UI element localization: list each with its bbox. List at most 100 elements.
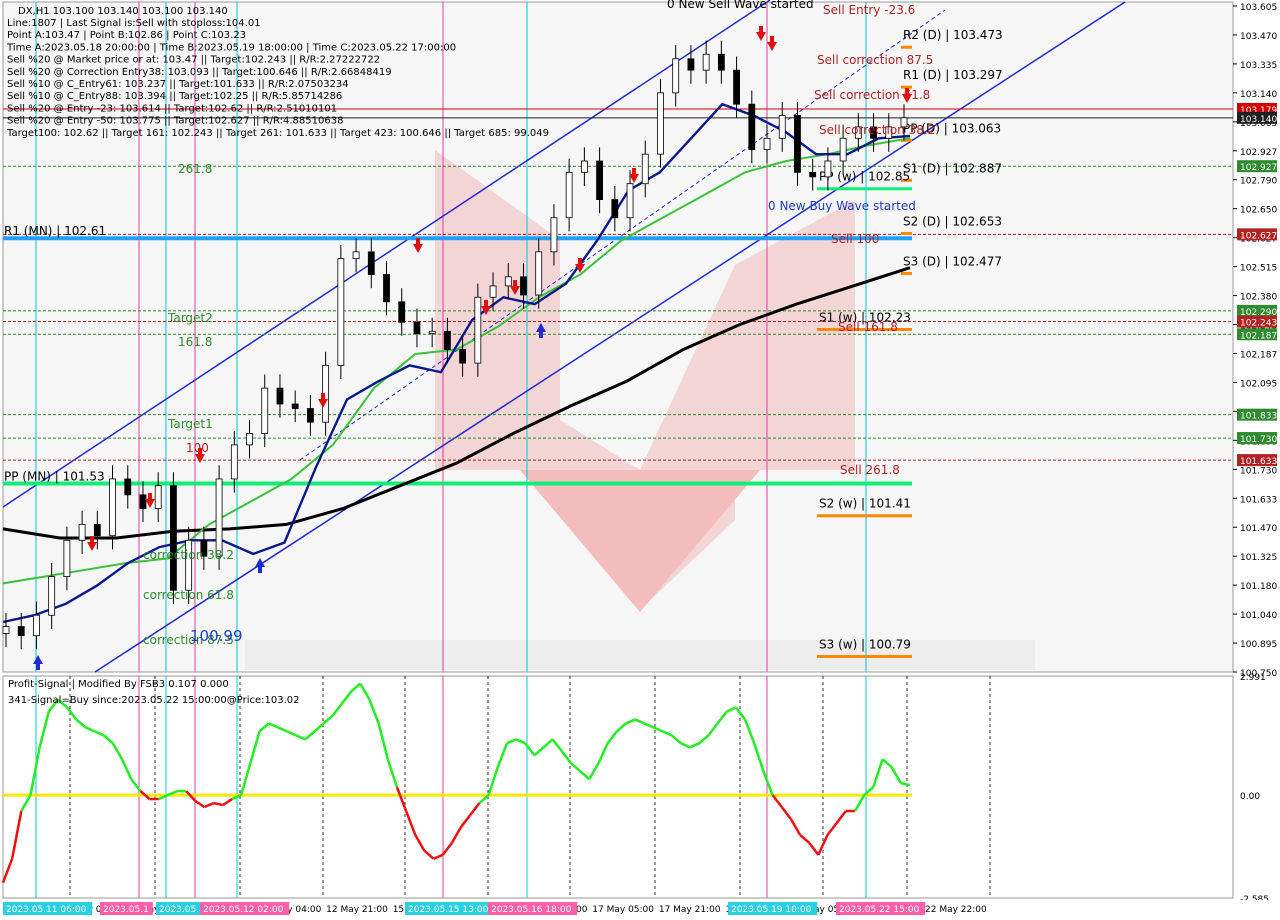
time-highlight-text: 2023.05.19 10:00 bbox=[731, 905, 812, 915]
level-label: S1 (D) | 102.887 bbox=[903, 161, 1002, 175]
candle-body bbox=[687, 58, 695, 71]
chart-window: R2 (D) | 103.473 R1 (D) | 103.297 PP (D) |… bbox=[0, 0, 1280, 920]
candle-body bbox=[809, 171, 817, 178]
candle-body bbox=[839, 137, 847, 162]
price-tick-label: 103.470 bbox=[1240, 32, 1277, 42]
candle-body bbox=[78, 523, 86, 541]
price-tick-label: 101.180 bbox=[1240, 582, 1277, 592]
info-line: Target100: 102.62 || Target 161: 102.243… bbox=[6, 128, 549, 139]
price-tick-label: 102.927 bbox=[1240, 148, 1277, 158]
price-tick-label: 101.633 bbox=[1240, 495, 1277, 505]
annotation-label: 100 bbox=[186, 441, 209, 455]
candle-body bbox=[413, 321, 421, 334]
info-line: Sell %20 @ Entry -50: 103.775 || Target:… bbox=[7, 116, 343, 127]
candle-body bbox=[428, 330, 436, 334]
candle-body bbox=[307, 408, 314, 423]
time-tick-label: 12 May 21:00 bbox=[326, 905, 388, 915]
candle-body bbox=[154, 485, 162, 509]
time-tick-label: 22 May 22:00 bbox=[925, 905, 987, 915]
annotation-label: correction 38.2 bbox=[143, 548, 234, 562]
annotation-label: Sell correction 61.8 bbox=[814, 88, 930, 102]
candle-body bbox=[352, 251, 360, 260]
candle-body bbox=[246, 433, 253, 446]
candle-body bbox=[565, 171, 573, 219]
candle-body bbox=[109, 478, 116, 537]
candle-body bbox=[459, 349, 467, 364]
price-tick-label: 101.470 bbox=[1240, 524, 1277, 534]
level-label: S2 (w) | 101.41 bbox=[819, 497, 911, 511]
candle-body bbox=[93, 523, 101, 537]
level-label: R2 (D) | 103.473 bbox=[903, 28, 1003, 42]
price-marker-text: 103.140 bbox=[1240, 115, 1277, 125]
annotation-label: Sell 161.8 bbox=[838, 320, 898, 334]
annotation-label: Sell 261.8 bbox=[840, 463, 900, 477]
indicator-signal-text: 341-Signal=Buy since:2023.05.22 15:00:00… bbox=[8, 695, 300, 706]
annotation-label: 261.8 bbox=[178, 162, 212, 176]
candle-body bbox=[215, 478, 223, 557]
price-tick-label: 102.650 bbox=[1240, 206, 1277, 216]
candle-body bbox=[170, 485, 177, 591]
candle-body bbox=[550, 217, 558, 253]
annotation-label: Sell Entry -23.6 bbox=[823, 3, 915, 17]
candle-body bbox=[33, 614, 40, 637]
time-tick-label: 17 May 05:00 bbox=[592, 905, 654, 915]
candle-body bbox=[443, 330, 451, 350]
price-tick-label: 102.515 bbox=[1240, 264, 1277, 274]
price-tick-label: 102.187 bbox=[1240, 350, 1277, 360]
candle-body bbox=[702, 53, 710, 71]
candle-body bbox=[733, 69, 740, 105]
time-highlight-text: 2023.05.15 13:00 bbox=[408, 905, 489, 915]
indicator-title: Profit-Signal | Modified By FSB3 0.107 0… bbox=[8, 679, 229, 690]
time-highlight-text: 2023.05.1 bbox=[103, 905, 149, 915]
price-marker-text: 102.243 bbox=[1240, 319, 1277, 329]
info-line: Time A:2023.05.18 20:00:00 | Time B:2023… bbox=[6, 42, 456, 53]
candle-body bbox=[504, 276, 512, 287]
indicator-tick-label: 0.00 bbox=[1240, 792, 1260, 802]
time-highlight-text: 2023.05.12 02:00 bbox=[203, 905, 284, 915]
price-marker-text: 101.833 bbox=[1240, 412, 1277, 422]
candle-body bbox=[261, 387, 269, 434]
candle-body bbox=[626, 183, 634, 219]
candle-body bbox=[535, 251, 543, 296]
price-marker-text: 101.730 bbox=[1240, 435, 1277, 445]
price-tick-label: 103.335 bbox=[1240, 61, 1277, 71]
price-tick-label: 103.140 bbox=[1240, 90, 1277, 100]
annotation-label: 100.99 bbox=[190, 627, 243, 645]
annotation-label: 161.8 bbox=[178, 335, 212, 349]
symbol-header: DX,H1 103.100 103.140 103.100 103.140 bbox=[18, 6, 228, 17]
info-line: Line:1807 | Last Signal is:Sell with sto… bbox=[7, 18, 261, 29]
candle-body bbox=[763, 137, 771, 151]
price-tick-label: 101.040 bbox=[1240, 611, 1277, 621]
info-line: Point A:103.47 | Point B:102.86 | Point … bbox=[7, 30, 246, 41]
candle-body bbox=[489, 285, 497, 298]
candle-body bbox=[383, 274, 390, 303]
info-line: Sell %10 @ C_Entry61: 103.237 || Target:… bbox=[7, 79, 349, 90]
level-label: PP (w) | 102.85 bbox=[819, 170, 910, 184]
time-highlight-text: 2023.05.16 18:00 bbox=[491, 905, 572, 915]
annotation-label: Sell 100 bbox=[831, 232, 879, 246]
candle-body bbox=[124, 478, 132, 496]
price-tick-label: 103.605 bbox=[1240, 3, 1277, 13]
price-chart-svg[interactable]: R2 (D) | 103.473R1 (D) | 103.297PP (D) |… bbox=[0, 0, 1280, 920]
candle-body bbox=[672, 58, 680, 94]
level-label: R1 (MN) | 102.61 bbox=[4, 224, 106, 238]
candle-body bbox=[276, 387, 284, 405]
indicator-panel bbox=[2, 675, 1234, 899]
candle-body bbox=[291, 403, 299, 409]
info-line: Sell %20 @ Entry -23: 103.614 || Target:… bbox=[7, 103, 337, 114]
candle-body bbox=[778, 115, 786, 139]
annotation-label: 0 New Buy Wave started bbox=[768, 199, 916, 213]
price-tick-label: 101.325 bbox=[1240, 553, 1277, 563]
candle-body bbox=[48, 576, 56, 616]
annotation-label: Target1 bbox=[167, 417, 213, 431]
price-marker-text: 102.627 bbox=[1240, 231, 1277, 241]
candle-body bbox=[337, 258, 345, 366]
info-line: Sell %20 @ Market price or at: 103.47 ||… bbox=[7, 55, 380, 66]
candle-body bbox=[748, 103, 756, 151]
candle-body bbox=[657, 92, 664, 155]
time-tick-label: 17 May 21:00 bbox=[659, 905, 721, 915]
candle-body bbox=[230, 444, 238, 480]
candle-body bbox=[520, 276, 527, 296]
candle-body bbox=[596, 160, 603, 200]
annotation-label: Target2 bbox=[167, 311, 213, 325]
